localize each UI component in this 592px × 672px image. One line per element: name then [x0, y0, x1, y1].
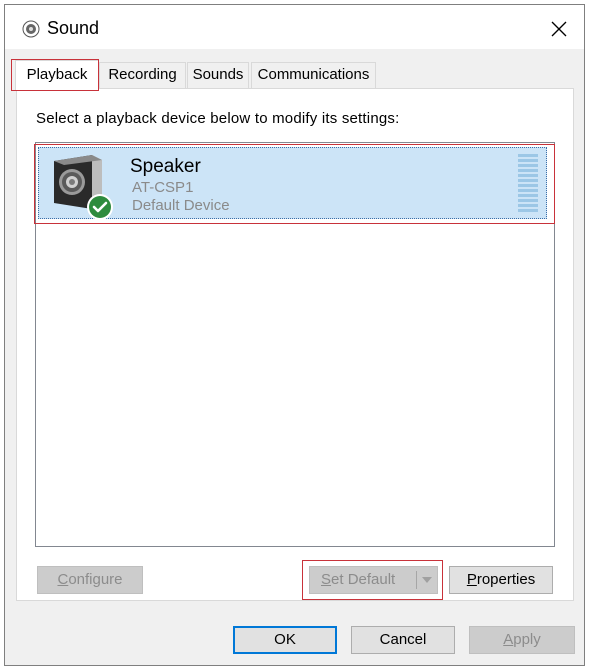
cancel-label: Cancel	[379, 631, 427, 648]
ok-button[interactable]: OK	[233, 626, 337, 654]
properties-button[interactable]: Properties	[449, 566, 553, 594]
tab-sounds[interactable]: Sounds	[187, 62, 249, 88]
label-suffix: onfigure	[68, 571, 123, 588]
tab-label: Communications	[257, 66, 370, 83]
title-bar: Sound	[5, 5, 584, 49]
label-accelerator: A	[503, 631, 514, 648]
speaker-icon	[22, 20, 40, 38]
close-icon	[551, 21, 567, 37]
cancel-button[interactable]: Cancel	[351, 626, 455, 654]
label-suffix: pply	[513, 631, 541, 648]
tab-label: Recording	[108, 66, 177, 83]
tab-label: Sounds	[192, 66, 244, 83]
instruction-text: Select a playback device below to modify…	[36, 110, 400, 127]
window-title: Sound	[47, 18, 100, 38]
tab-communications[interactable]: Communications	[251, 62, 376, 88]
set-default-highlight	[302, 560, 443, 600]
ok-label: OK	[274, 631, 296, 648]
playback-tab-highlight	[11, 59, 99, 91]
label-accelerator: C	[57, 571, 69, 588]
label-accelerator: P	[466, 571, 477, 588]
tab-recording[interactable]: Recording	[99, 62, 186, 88]
configure-button[interactable]: Configure	[37, 566, 143, 594]
label-suffix: roperties	[476, 571, 536, 588]
close-button[interactable]	[540, 11, 578, 47]
apply-button[interactable]: Apply	[469, 626, 575, 654]
device-highlight	[34, 144, 555, 224]
